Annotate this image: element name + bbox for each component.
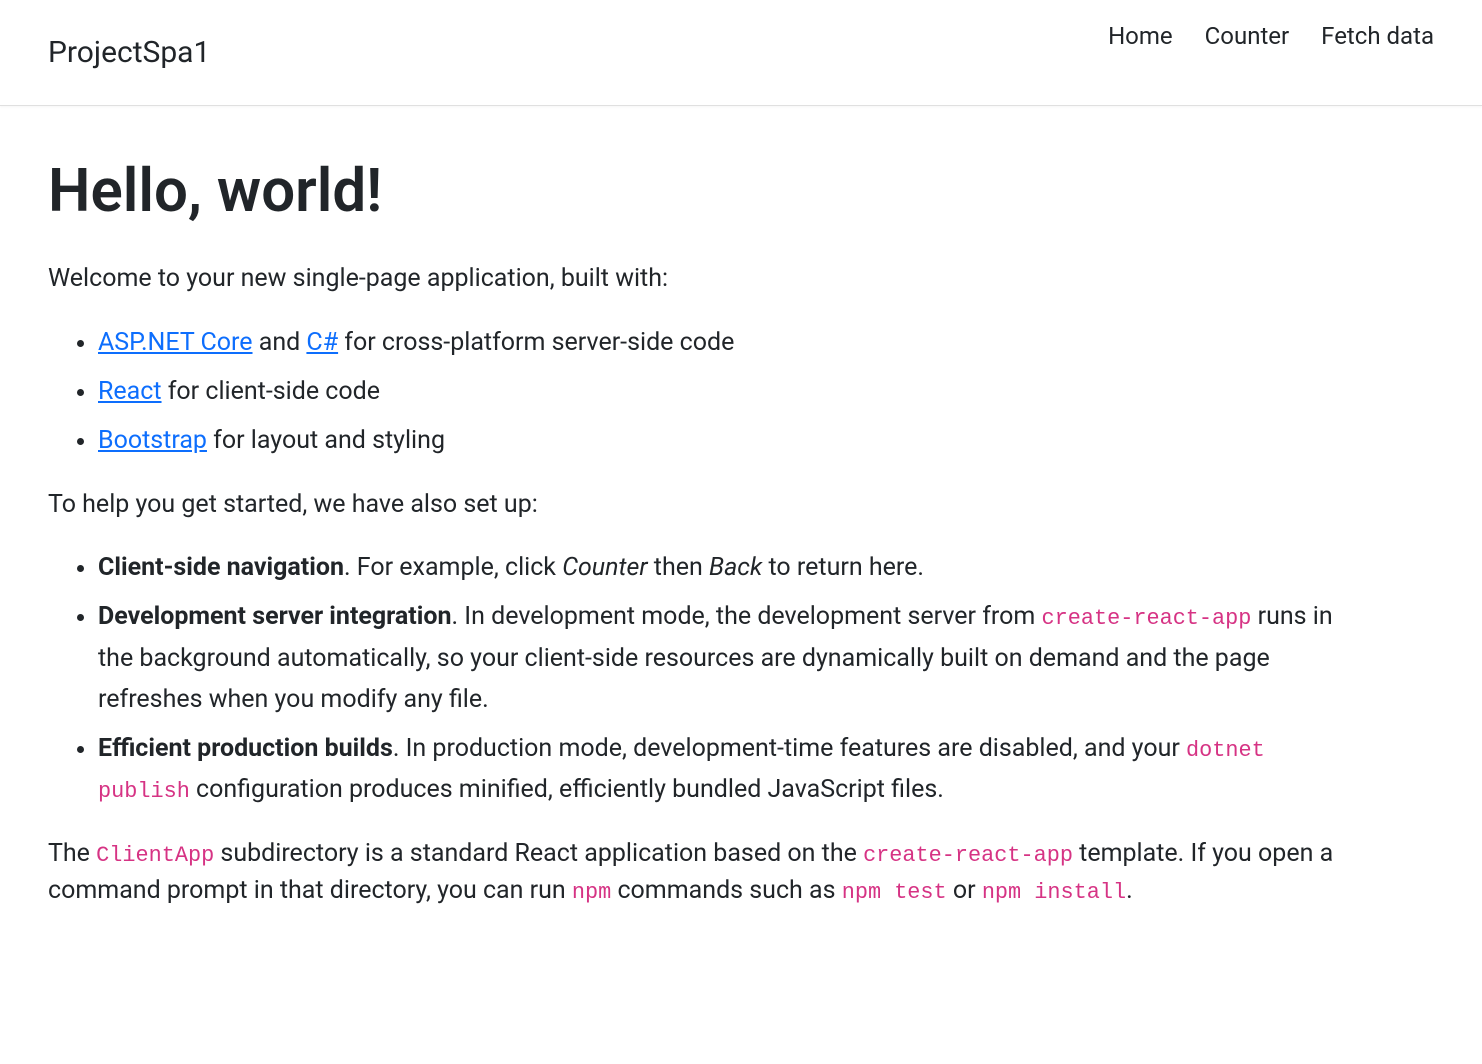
- navbar: ProjectSpa1 Home Counter Fetch data: [0, 0, 1482, 106]
- main-container: Hello, world! Welcome to your new single…: [0, 106, 1400, 974]
- code-text: create-react-app: [1042, 606, 1252, 631]
- setup-list: Client-side navigation. For example, cli…: [98, 547, 1352, 811]
- text: configuration produces minified, efficie…: [190, 775, 944, 804]
- text: to return here.: [762, 553, 924, 582]
- code-text: create-react-app: [863, 843, 1073, 868]
- text: . For example, click: [344, 553, 562, 582]
- nav-item-fetch-data: Fetch data: [1321, 16, 1434, 57]
- nav-link-home[interactable]: Home: [1108, 22, 1173, 50]
- navbar-brand[interactable]: ProjectSpa1: [48, 30, 210, 75]
- link-csharp[interactable]: C#: [306, 328, 338, 357]
- link-bootstrap[interactable]: Bootstrap: [98, 426, 207, 455]
- text: for client-side code: [162, 377, 380, 406]
- em-text: Counter: [562, 553, 647, 582]
- text: . In production mode, development-time f…: [393, 734, 1186, 763]
- bold-text: Efficient production builds: [98, 734, 393, 763]
- nav-link-counter[interactable]: Counter: [1205, 22, 1290, 50]
- list-item: Development server integration. In devel…: [98, 596, 1352, 720]
- nav-item-home: Home: [1108, 16, 1173, 57]
- list-item: Client-side navigation. For example, cli…: [98, 547, 1352, 588]
- closing-paragraph: The ClientApp subdirectory is a standard…: [48, 835, 1352, 911]
- code-text: npm: [572, 880, 611, 905]
- text: . In development mode, the development s…: [452, 602, 1042, 631]
- list-item: Bootstrap for layout and styling: [98, 420, 1352, 461]
- code-text: npm install: [982, 880, 1126, 905]
- code-text: npm test: [842, 880, 947, 905]
- navbar-nav: Home Counter Fetch data: [1108, 16, 1434, 65]
- text: for cross-platform server-side code: [338, 328, 734, 357]
- nav-link-fetch-data[interactable]: Fetch data: [1321, 22, 1434, 50]
- code-text: ClientApp: [96, 843, 214, 868]
- list-item: Efficient production builds. In producti…: [98, 728, 1352, 811]
- setup-intro-paragraph: To help you get started, we have also se…: [48, 486, 1352, 524]
- em-text: Back: [709, 553, 762, 582]
- intro-paragraph: Welcome to your new single-page applicat…: [48, 260, 1352, 298]
- link-react[interactable]: React: [98, 377, 162, 406]
- text: subdirectory is a standard React applica…: [214, 839, 863, 868]
- text: or: [947, 876, 982, 905]
- page-title: Hello, world!: [48, 146, 1352, 236]
- text: for layout and styling: [207, 426, 445, 455]
- list-item: ASP.NET Core and C# for cross-platform s…: [98, 322, 1352, 363]
- bold-text: Development server integration: [98, 602, 452, 631]
- text: commands such as: [611, 876, 841, 905]
- text: then: [648, 553, 709, 582]
- text: and: [253, 328, 307, 357]
- nav-item-counter: Counter: [1205, 16, 1290, 57]
- list-item: React for client-side code: [98, 371, 1352, 412]
- tech-list: ASP.NET Core and C# for cross-platform s…: [98, 322, 1352, 462]
- text: The: [48, 839, 96, 868]
- text: .: [1126, 876, 1133, 905]
- bold-text: Client-side navigation: [98, 553, 344, 582]
- link-aspnet-core[interactable]: ASP.NET Core: [98, 328, 253, 357]
